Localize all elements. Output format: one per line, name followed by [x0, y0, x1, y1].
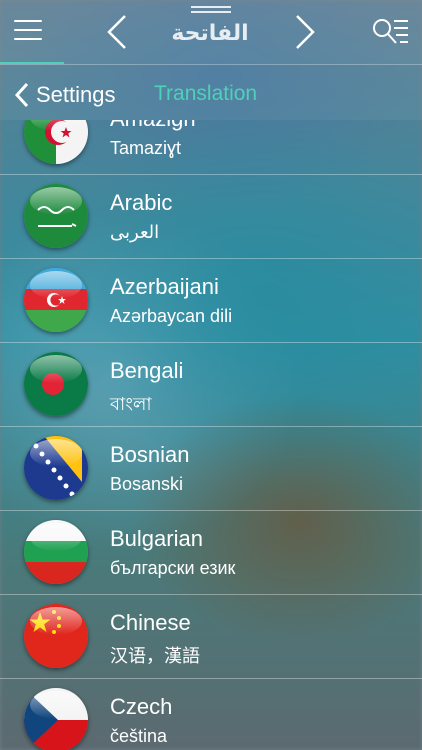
next-chapter-button[interactable] [294, 14, 316, 50]
back-button-label: Settings [36, 82, 116, 107]
flag-gloss [30, 607, 82, 635]
language-name: Czech [110, 694, 173, 719]
language-native-name: čeština [110, 726, 168, 746]
page-title: Translation [154, 82, 258, 105]
language-name: Azerbaijani [110, 274, 219, 299]
hamburger-line [14, 38, 42, 40]
flag-gloss [30, 439, 82, 467]
back-button[interactable]: Settings [14, 80, 116, 110]
language-row-bosnian[interactable]: Bosnian Bosanski [0, 426, 422, 511]
previous-chapter-button[interactable] [106, 14, 128, 50]
language-row-czech[interactable]: Czech čeština [0, 678, 422, 750]
language-name: Amazigh [110, 120, 196, 132]
language-native-name: Azərbaycan dili [110, 306, 233, 326]
language-native-name: বাংলা [110, 394, 152, 414]
search-button[interactable] [370, 16, 410, 48]
flag-gloss [30, 691, 82, 719]
language-native-name: 汉语，漢語 [110, 646, 200, 666]
language-native-name: العربی [110, 222, 160, 242]
back-chevron-icon [14, 82, 29, 108]
language-name: Bulgarian [110, 526, 203, 551]
chevron-right-icon [296, 15, 315, 49]
sub-header: Settings Translation [0, 64, 422, 120]
language-native-name: български език [110, 558, 236, 578]
saudi-arabia-flag-icon [24, 184, 88, 248]
language-name: Arabic [110, 190, 173, 215]
flag-gloss [30, 523, 82, 551]
search-list-icon [373, 19, 408, 44]
language-row-azerbaijani[interactable]: Azerbaijani Azərbaycan dili [0, 258, 422, 343]
language-name: Bengali [110, 358, 184, 383]
top-nav-bar: الفاتحة [0, 0, 422, 65]
language-list: Amazigh Tamaziɣt Arabic العربی [0, 120, 422, 750]
language-native-name: Tamaziɣt [110, 138, 182, 158]
bosnia-flag-icon [24, 436, 88, 500]
language-name: Chinese [110, 610, 191, 635]
flag-gloss [30, 187, 82, 215]
language-row-arabic[interactable]: Arabic العربی [0, 174, 422, 259]
language-row-amazigh[interactable]: Amazigh Tamaziɣt [0, 120, 422, 175]
flag-gloss [30, 271, 82, 299]
language-row-chinese[interactable]: Chinese 汉语，漢語 [0, 594, 422, 679]
czech-flag-icon [24, 688, 88, 750]
hamburger-icon [14, 20, 42, 22]
menu-button[interactable] [14, 18, 44, 44]
algeria-flag-icon [24, 120, 88, 164]
language-row-bulgarian[interactable]: Bulgarian български език [0, 510, 422, 595]
hamburger-line [14, 29, 42, 31]
language-name: Bosnian [110, 442, 190, 467]
grip-line-icon [191, 6, 231, 8]
bulgaria-flag-icon [24, 520, 88, 584]
language-row-bengali[interactable]: Bengali বাংলা [0, 342, 422, 427]
azerbaijan-flag-icon [24, 268, 88, 332]
flag-gloss [30, 355, 82, 383]
china-flag-icon [24, 604, 88, 668]
grip-line-icon [191, 11, 231, 13]
chevron-left-icon [107, 15, 126, 49]
bangladesh-flag-icon [24, 352, 88, 416]
surah-title: الفاتحة [171, 20, 249, 45]
language-native-name: Bosanski [110, 474, 184, 494]
